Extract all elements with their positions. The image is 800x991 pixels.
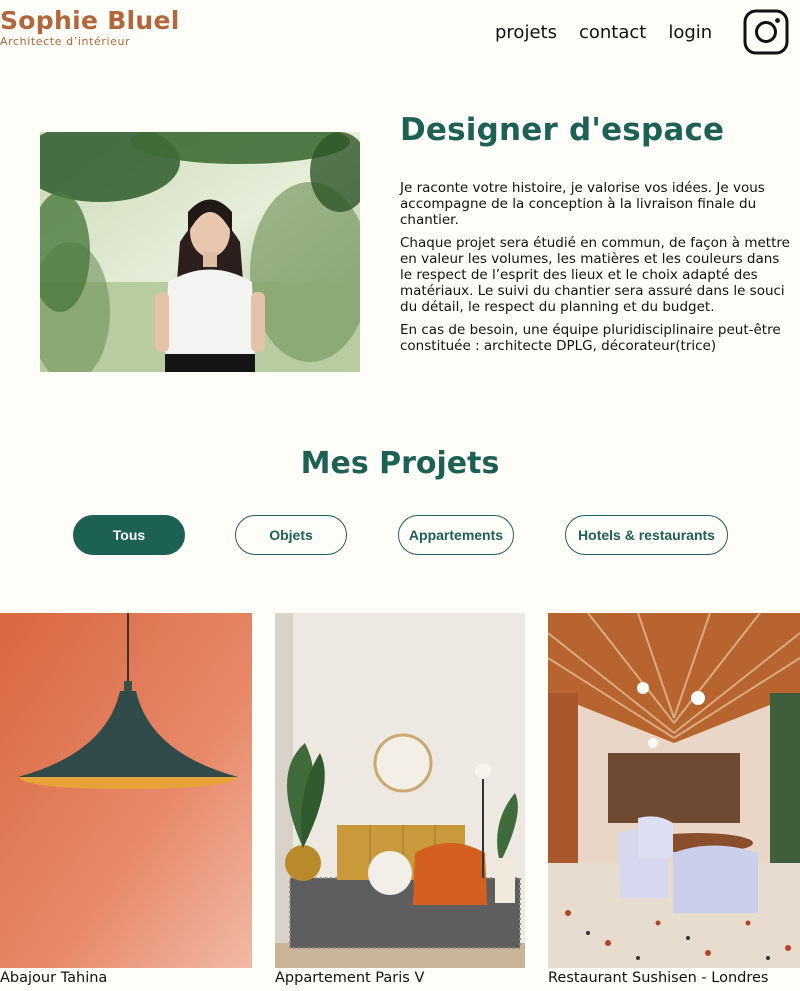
project-caption: Appartement Paris V xyxy=(275,970,425,986)
nav-projets[interactable]: projets xyxy=(495,18,557,48)
intro-title: Designer d'espace xyxy=(400,112,725,148)
nav-contact[interactable]: contact xyxy=(579,18,646,48)
portrait-photo xyxy=(40,132,360,372)
intro-paragraph: Je raconte votre histoire, je valorise v… xyxy=(400,180,765,228)
project-card[interactable]: Appartement Paris V xyxy=(275,613,525,987)
filter-tous-button[interactable]: Tous xyxy=(73,515,185,555)
project-image-lamp xyxy=(0,613,252,968)
nav-login[interactable]: login xyxy=(668,18,712,48)
main-nav: projets contact login xyxy=(495,18,712,48)
portfolio-title: Mes Projets xyxy=(300,446,500,481)
instagram-icon[interactable] xyxy=(743,9,789,55)
intro-paragraph: En cas de besoin, une équipe pluridiscip… xyxy=(400,322,781,354)
project-caption: Restaurant Sushisen - Londres xyxy=(548,970,769,986)
project-image-restaurant xyxy=(548,613,800,968)
intro-text: Je raconte votre histoire, je valorise v… xyxy=(400,180,792,361)
project-card[interactable]: Abajour Tahina xyxy=(0,613,252,987)
brand-tagline: Architecte d’intérieur xyxy=(0,35,131,48)
project-caption: Abajour Tahina xyxy=(0,970,108,986)
project-card[interactable]: Restaurant Sushisen - Londres xyxy=(548,613,800,987)
intro-paragraph: Chaque projet sera étudié en commun, de … xyxy=(400,235,790,315)
filter-objets-button[interactable]: Objets xyxy=(235,515,347,555)
project-image-apartment xyxy=(275,613,525,968)
filter-bar: Tous Objets Appartements Hotels & restau… xyxy=(0,515,800,557)
filter-hotels-restaurants-button[interactable]: Hotels & restaurants xyxy=(565,515,728,555)
filter-appartements-button[interactable]: Appartements xyxy=(398,515,514,555)
brand-logo[interactable]: Sophie Bluel Architecte d’intérieur xyxy=(0,6,180,48)
brand-name: Sophie Bluel xyxy=(0,6,180,35)
